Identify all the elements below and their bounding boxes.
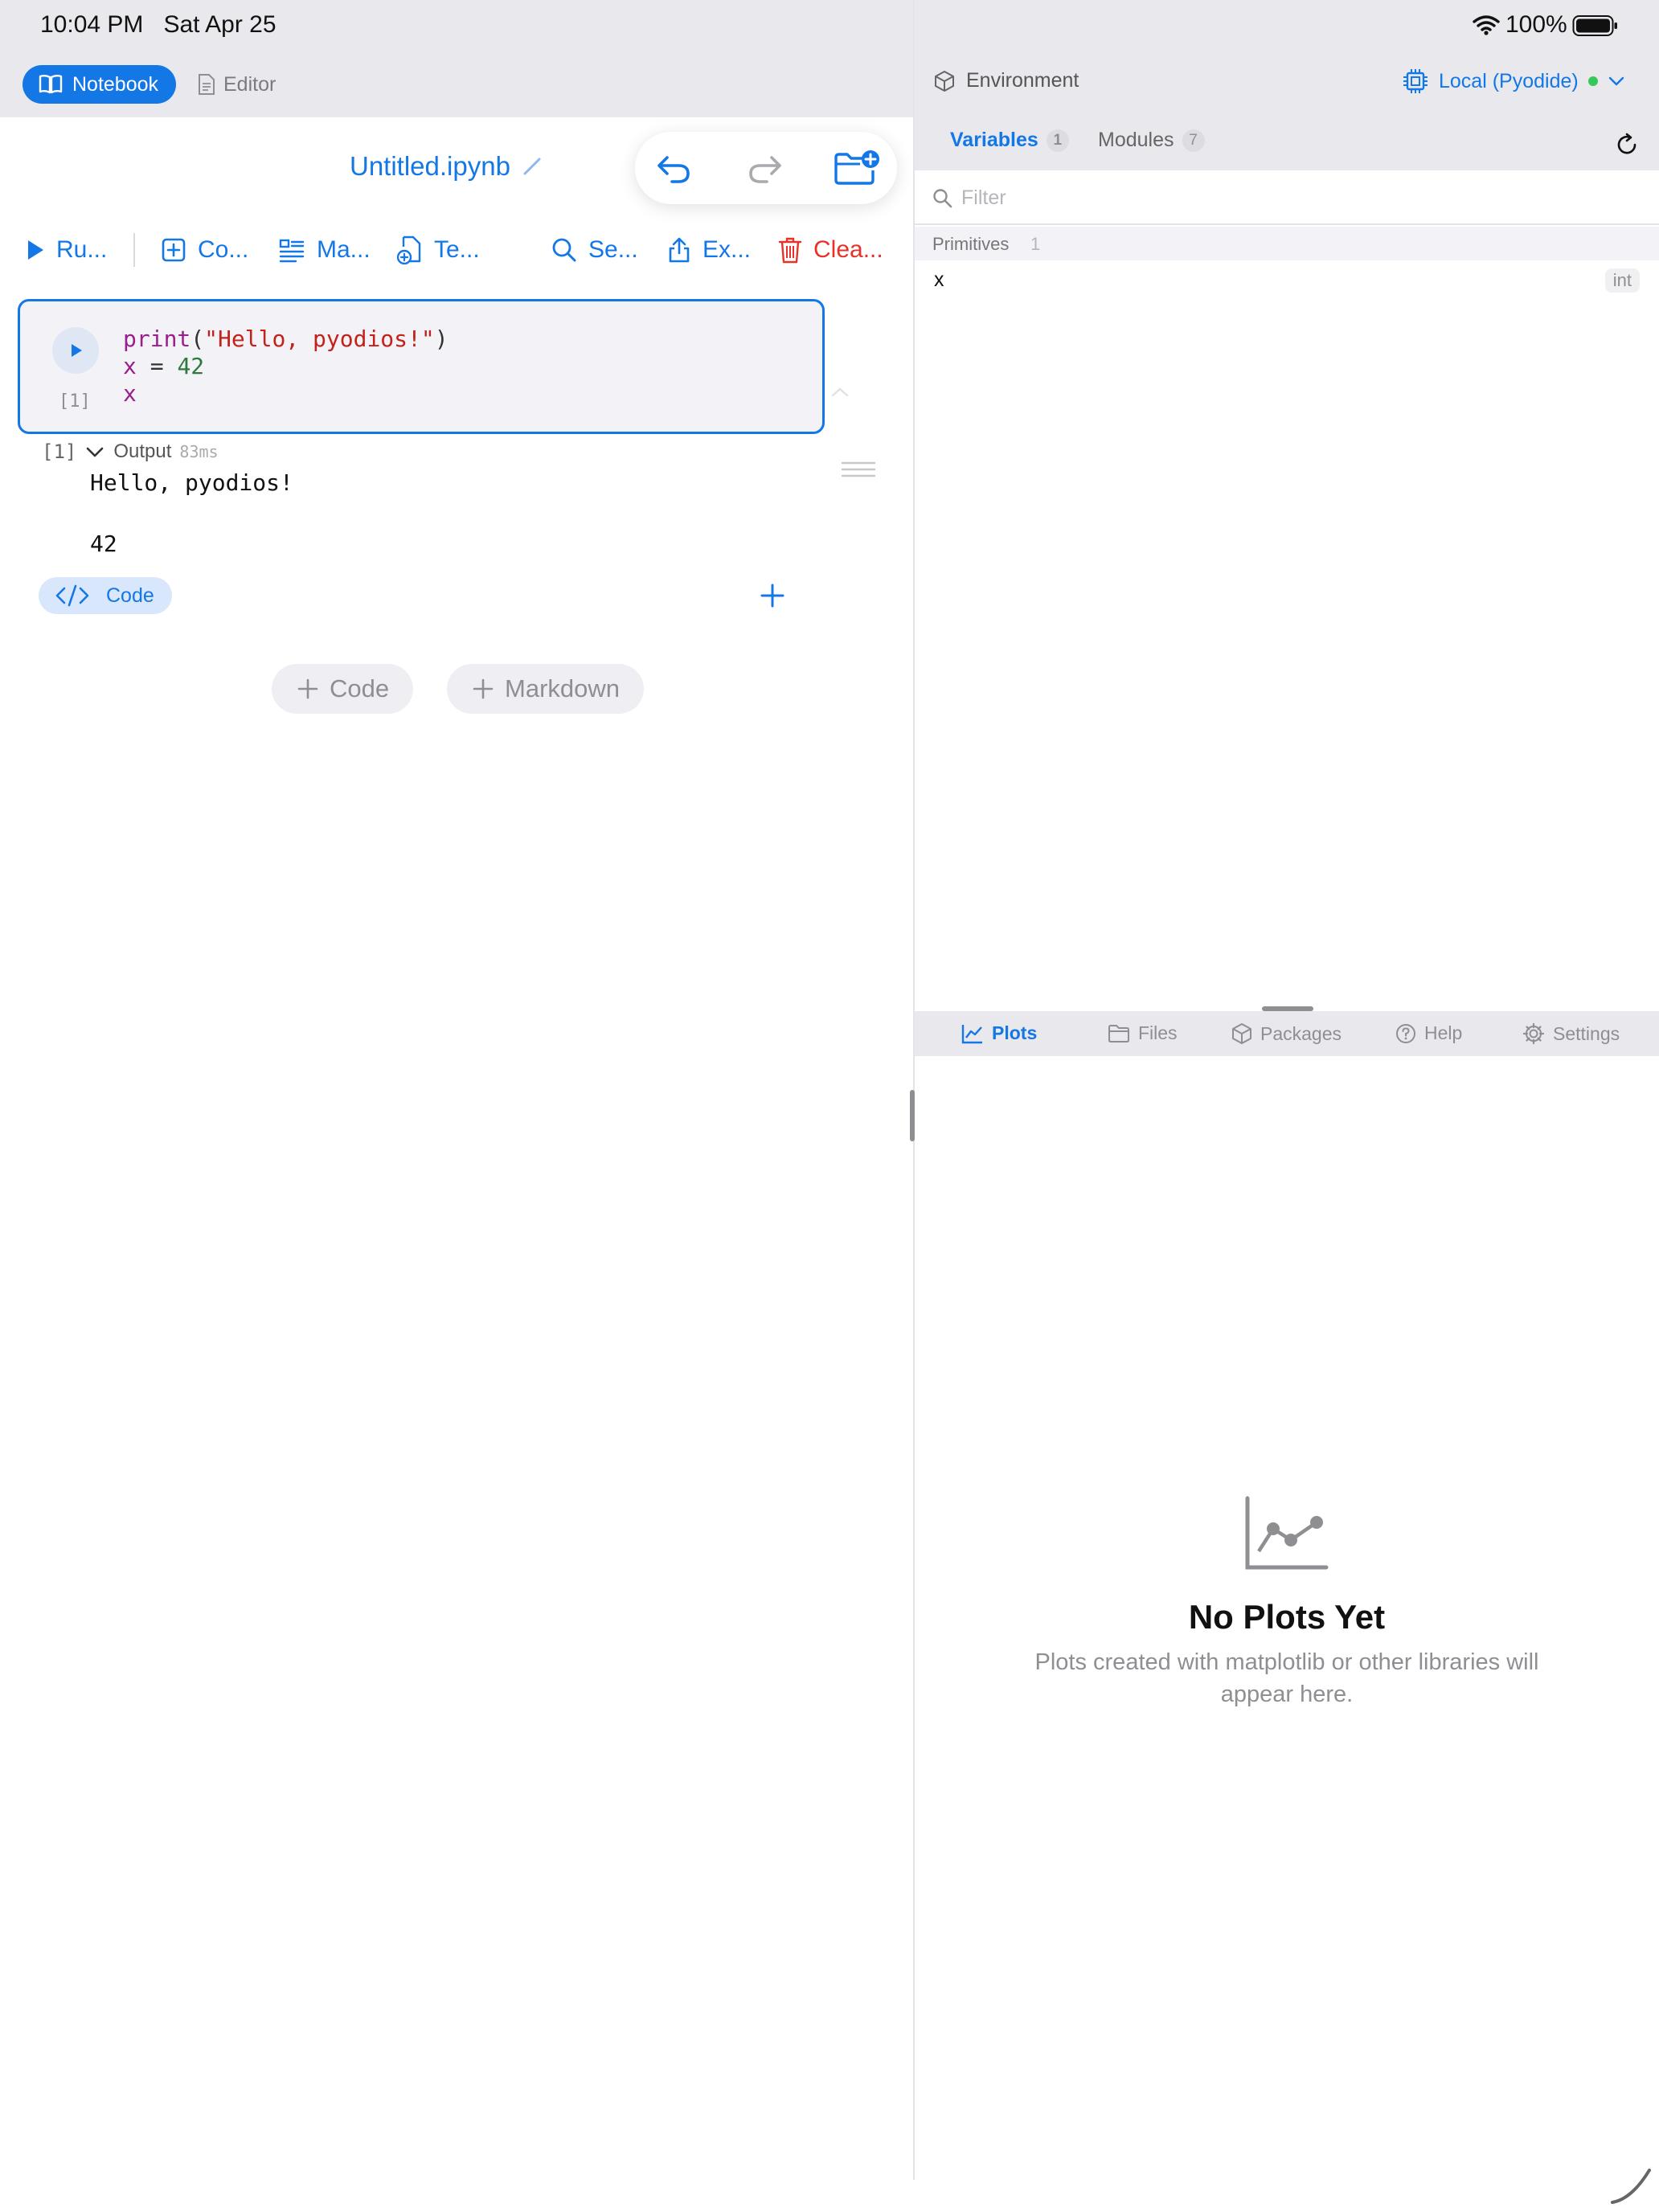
cell-type-chip[interactable]: Code [39, 577, 172, 614]
wifi-icon [1473, 15, 1500, 35]
document-title[interactable]: Untitled.ipynb [350, 151, 543, 182]
chart-icon [961, 1024, 982, 1043]
package-icon [1232, 1023, 1251, 1044]
add-markdown-cell-button[interactable]: Markdown [447, 664, 644, 714]
empty-state-title: No Plots Yet [1188, 1598, 1386, 1636]
document-icon [199, 74, 215, 95]
execution-count: [1] [59, 391, 91, 412]
toolbar-divider [133, 233, 135, 267]
filter-input[interactable] [961, 183, 1636, 212]
tab-help[interactable]: Help [1395, 1022, 1462, 1044]
battery-percentage: 100% [1505, 11, 1567, 38]
code-line[interactable]: x [123, 380, 137, 407]
search-button[interactable]: Se... [551, 233, 638, 267]
code-cell[interactable]: [1] print("Hello, pyodios!") x = 42 x [18, 299, 825, 434]
empty-state-description: Plots created with matplotlib or other l… [1034, 1649, 1539, 1707]
book-icon [39, 75, 63, 94]
kernel-status-dot [1587, 76, 1598, 86]
variable-row[interactable]: x int [915, 262, 1659, 299]
output-line: Hello, pyodios! [90, 469, 293, 496]
trash-icon [778, 237, 802, 264]
document-add-icon [397, 236, 421, 264]
editor-mode-button[interactable]: Editor [198, 65, 276, 104]
inspector-tabs: Plots Files Packages Help Settings [915, 1011, 1659, 1056]
folder-icon [1108, 1024, 1129, 1043]
kernel-selector[interactable]: Local (Pyodide) [1402, 68, 1625, 95]
environment-pane: 100% Environment Local (Pyodide) Variabl… [915, 0, 1659, 2212]
add-code-cell-button[interactable]: Code [272, 664, 414, 714]
chevron-down-icon [1608, 76, 1624, 86]
environment-tabs: Variables 1 Modules 7 [915, 117, 1659, 170]
status-time: 10:04 PM Sat Apr 25 [40, 11, 276, 38]
battery-icon [1572, 15, 1617, 36]
filter-bar [915, 170, 1659, 225]
tab-modules[interactable]: Modules 7 [1098, 129, 1205, 152]
refresh-icon[interactable] [1614, 132, 1640, 158]
help-icon [1396, 1023, 1415, 1043]
line-chart-icon [1245, 1496, 1329, 1570]
plus-icon [473, 678, 494, 699]
add-code-button[interactable]: Co... [161, 233, 248, 267]
code-line[interactable]: x = 42 [123, 353, 204, 379]
chevron-down-icon[interactable] [84, 444, 105, 460]
pencil-indicator-icon [1611, 2169, 1651, 2204]
gear-icon [1522, 1022, 1545, 1045]
section-header-primitives[interactable]: Primitives 1 [915, 227, 1659, 260]
status-bar-right: 100% Environment Local (Pyodide) [915, 0, 1659, 117]
undo-icon[interactable] [654, 148, 694, 188]
environment-title: Environment [934, 69, 1079, 92]
history-toolbar [635, 132, 897, 204]
plus-icon [297, 678, 318, 699]
tab-files[interactable]: Files [1108, 1022, 1178, 1044]
notebook-pane: 10:04 PM Sat Apr 25 Notebook Editor Unti… [0, 0, 913, 2212]
drag-handle-icon[interactable] [839, 458, 878, 481]
tab-variables[interactable]: Variables 1 [950, 129, 1069, 152]
plots-empty-state: No Plots Yet Plots created with matplotl… [915, 1495, 1659, 1710]
text-format-icon [279, 239, 305, 263]
status-bar: 10:04 PM Sat Apr 25 Notebook Editor [0, 0, 913, 117]
add-cell-below-icon[interactable] [754, 577, 791, 614]
template-button[interactable]: Te... [397, 233, 480, 267]
chevron-up-icon[interactable] [828, 384, 852, 400]
cube-icon [935, 70, 954, 92]
share-icon [669, 237, 690, 263]
tab-settings[interactable]: Settings [1522, 1022, 1620, 1045]
output-line: 42 [90, 530, 117, 557]
pencil-icon[interactable] [522, 156, 543, 177]
code-brackets-icon [55, 584, 89, 607]
search-icon [933, 189, 952, 208]
clear-button[interactable]: Clea... [778, 233, 883, 267]
title-row: Untitled.ipynb [0, 117, 913, 222]
cpu-icon [1403, 69, 1428, 93]
tab-plots[interactable]: Plots [961, 1022, 1037, 1044]
run-button[interactable]: Ru... [26, 233, 107, 267]
output-header[interactable]: [1] Output 83ms [42, 440, 219, 463]
type-badge: int [1604, 268, 1640, 293]
plus-square-icon [162, 238, 186, 262]
tab-packages[interactable]: Packages [1231, 1022, 1342, 1045]
export-button[interactable]: Ex... [667, 233, 751, 267]
search-icon [552, 238, 576, 262]
redo-icon[interactable] [744, 148, 784, 188]
notebook-mode-button[interactable]: Notebook [23, 65, 177, 104]
play-icon [28, 240, 43, 260]
code-line[interactable]: print("Hello, pyodios!") [123, 326, 449, 352]
add-markdown-button[interactable]: Ma... [278, 233, 371, 267]
play-icon [72, 344, 82, 357]
new-folder-icon[interactable] [833, 148, 881, 188]
notebook-toolbar: Ru... Co... Ma... Te... Se... Ex... Clea… [0, 222, 913, 278]
run-cell-button[interactable] [52, 327, 99, 374]
